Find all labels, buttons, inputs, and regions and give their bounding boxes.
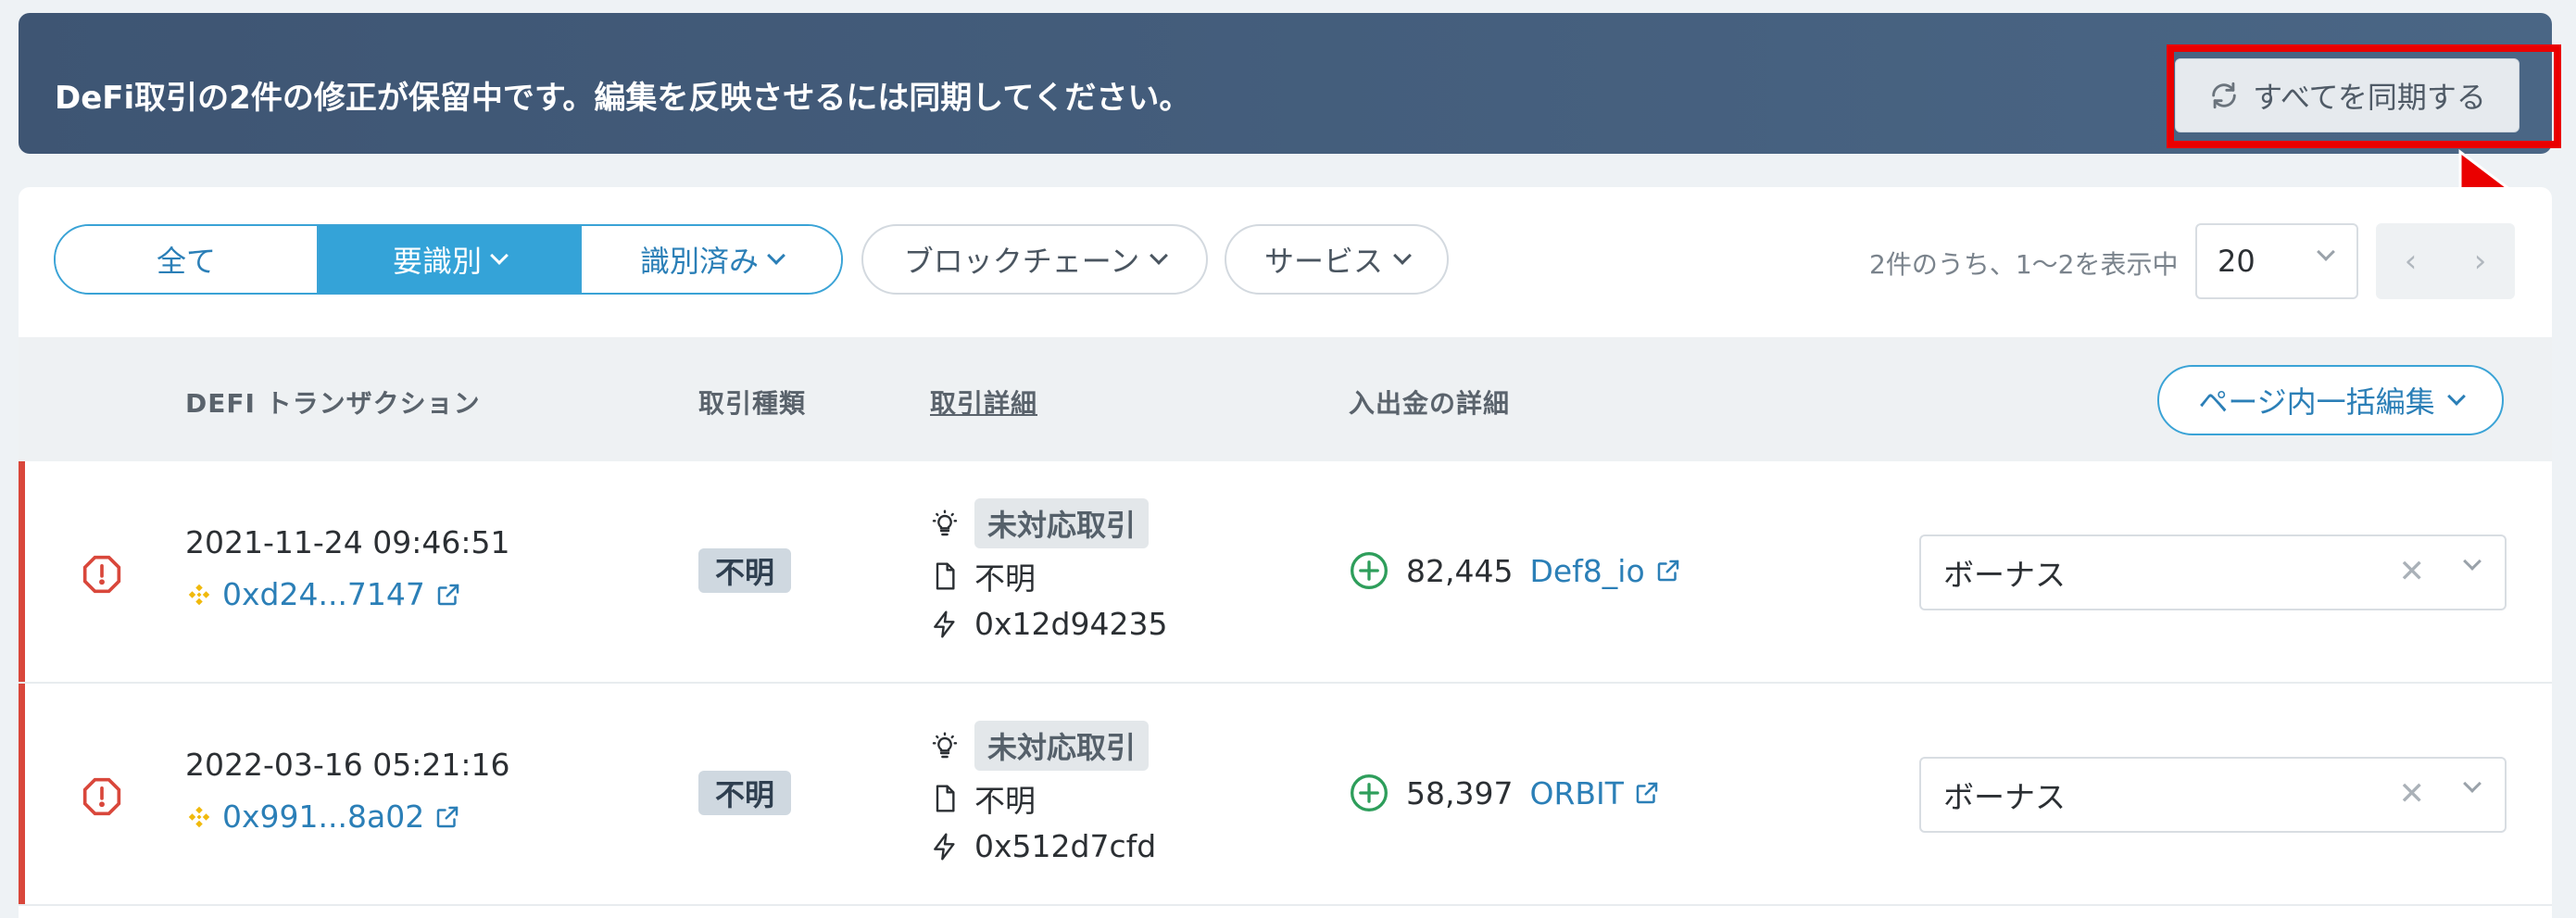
- unhandled-tag: 未対応取引: [974, 498, 1150, 548]
- plus-circle-icon: [1351, 774, 1388, 811]
- doc-value: 不明: [974, 560, 1036, 597]
- header-transaction: DEFI トランザクション: [185, 388, 481, 419]
- category-value: ボーナス: [1943, 779, 2066, 815]
- service-filter-label: サービス: [1263, 244, 1383, 279]
- chevron-down-icon: [1393, 246, 1412, 265]
- next-page-button[interactable]: ›: [2445, 223, 2515, 299]
- lightbulb-icon: [932, 509, 958, 536]
- chevron-down-icon: [490, 246, 509, 265]
- clear-icon[interactable]: ✕: [2399, 553, 2426, 590]
- clear-icon[interactable]: ✕: [2399, 775, 2426, 812]
- service-filter[interactable]: サービス: [1225, 224, 1449, 295]
- bnb-chain-icon: [188, 806, 210, 827]
- row-status-bar: [19, 461, 25, 682]
- highlight-box: [2167, 44, 2561, 148]
- table-row: 2022-03-16 05:21:16 0x991...8a02 不明 未対応取…: [19, 684, 2552, 906]
- detail-method: 0x12d94235: [930, 606, 1167, 642]
- banner-message: DeFi取引の2件の修正が保留中です。編集を反映させるには同期してください。: [55, 80, 1191, 117]
- blockchain-filter[interactable]: ブロックチェーン: [861, 224, 1208, 295]
- alert-octagon-icon: [82, 777, 121, 816]
- bulk-edit-button[interactable]: ページ内一括編集: [2157, 365, 2504, 435]
- tx-date: 2021-11-24 09:46:51: [185, 524, 510, 560]
- detail-status: 未対応取引: [930, 721, 1150, 771]
- counterparty-link[interactable]: ORBIT: [1529, 775, 1660, 811]
- chevron-down-icon: [2463, 774, 2482, 793]
- tx-hash: 0xd24...7147: [185, 576, 462, 612]
- chevron-down-icon: [767, 246, 785, 265]
- alert-octagon-icon: [82, 555, 121, 594]
- tx-hash-link[interactable]: 0xd24...7147: [222, 576, 425, 612]
- table-row: 2021-11-24 09:46:51 0xd24...7147 不明 未対応取…: [19, 461, 2552, 684]
- prev-page-button[interactable]: ‹: [2376, 223, 2445, 299]
- method-value: 0x12d94235: [974, 606, 1168, 642]
- category-select[interactable]: ボーナス ✕: [1919, 534, 2507, 610]
- method-value: 0x512d7cfd: [974, 828, 1157, 864]
- unhandled-tag: 未対応取引: [974, 721, 1150, 771]
- result-count: 2件のうち、1〜2を表示中: [1869, 249, 2179, 280]
- page-size-value: 20: [2218, 244, 2256, 279]
- tx-type-badge: 不明: [698, 548, 791, 593]
- category-value: ボーナス: [1943, 557, 2066, 593]
- category-select[interactable]: ボーナス ✕: [1919, 757, 2507, 833]
- document-icon: [936, 562, 955, 590]
- header-flow: 入出金の詳細: [1349, 388, 1511, 419]
- chevron-down-icon: [2317, 243, 2335, 261]
- detail-doc: 不明: [930, 776, 1036, 821]
- external-link-icon: [1636, 782, 1658, 804]
- counterparty-name: Def8_io: [1529, 552, 1645, 589]
- lightbulb-icon: [932, 732, 958, 759]
- segment-identified[interactable]: 識別済み: [580, 226, 841, 293]
- table-header: DEFI トランザクション 取引種類 取引詳細 入出金の詳細 ページ内一括編集: [19, 337, 2552, 461]
- pagination-controls: ‹ ›: [2376, 223, 2515, 299]
- flow-detail: 82,445 Def8_io: [1349, 550, 1682, 591]
- counterparty-name: ORBIT: [1529, 774, 1624, 811]
- tx-hash-link[interactable]: 0x991...8a02: [222, 799, 424, 835]
- plus-circle-icon: [1351, 552, 1388, 589]
- external-link-icon[interactable]: [434, 803, 461, 831]
- header-type: 取引種類: [698, 388, 807, 419]
- page-size-select[interactable]: 20: [2195, 223, 2358, 299]
- document-icon: [936, 785, 955, 812]
- pending-sync-banner: DeFi取引の2件の修正が保留中です。編集を反映させるには同期してください。 す…: [19, 13, 2561, 154]
- tx-type-badge: 不明: [698, 771, 791, 815]
- segment-needs-identification[interactable]: 要識別: [317, 226, 580, 293]
- identification-filter: 全て 要識別 識別済み: [54, 224, 843, 295]
- transactions-panel: 全て 要識別 識別済み ブロックチェーン サービス 2件のうち、1〜2を表示中 …: [19, 187, 2552, 918]
- segment-needs-identification-label: 要識別: [392, 244, 482, 279]
- segment-all-label: 全て: [156, 244, 216, 279]
- detail-status: 未対応取引: [930, 498, 1150, 548]
- flow-amount: 82,445: [1406, 552, 1514, 589]
- doc-value: 不明: [974, 783, 1036, 819]
- tx-hash: 0x991...8a02: [185, 799, 461, 835]
- bnb-chain-icon: [188, 584, 210, 605]
- flow-detail: 58,397 ORBIT: [1349, 773, 1661, 813]
- tx-date: 2022-03-16 05:21:16: [185, 747, 510, 783]
- chevron-down-icon: [1150, 246, 1169, 265]
- external-link-icon: [1657, 560, 1678, 582]
- blockchain-filter-label: ブロックチェーン: [903, 244, 1140, 279]
- segment-all[interactable]: 全て: [56, 226, 317, 293]
- row-status-bar: [19, 684, 25, 904]
- flow-amount: 58,397: [1406, 774, 1514, 811]
- bulk-edit-label: ページ内一括編集: [2198, 384, 2435, 420]
- chevron-down-icon: [2463, 552, 2482, 571]
- lightning-icon: [934, 610, 955, 638]
- detail-method: 0x512d7cfd: [930, 828, 1156, 864]
- header-details[interactable]: 取引詳細: [930, 384, 1037, 421]
- lightning-icon: [934, 832, 955, 861]
- counterparty-link[interactable]: Def8_io: [1529, 553, 1681, 589]
- chevron-down-icon: [2446, 387, 2466, 406]
- segment-identified-label: 識別済み: [639, 244, 759, 279]
- external-link-icon[interactable]: [434, 581, 462, 609]
- detail-doc: 不明: [930, 554, 1036, 598]
